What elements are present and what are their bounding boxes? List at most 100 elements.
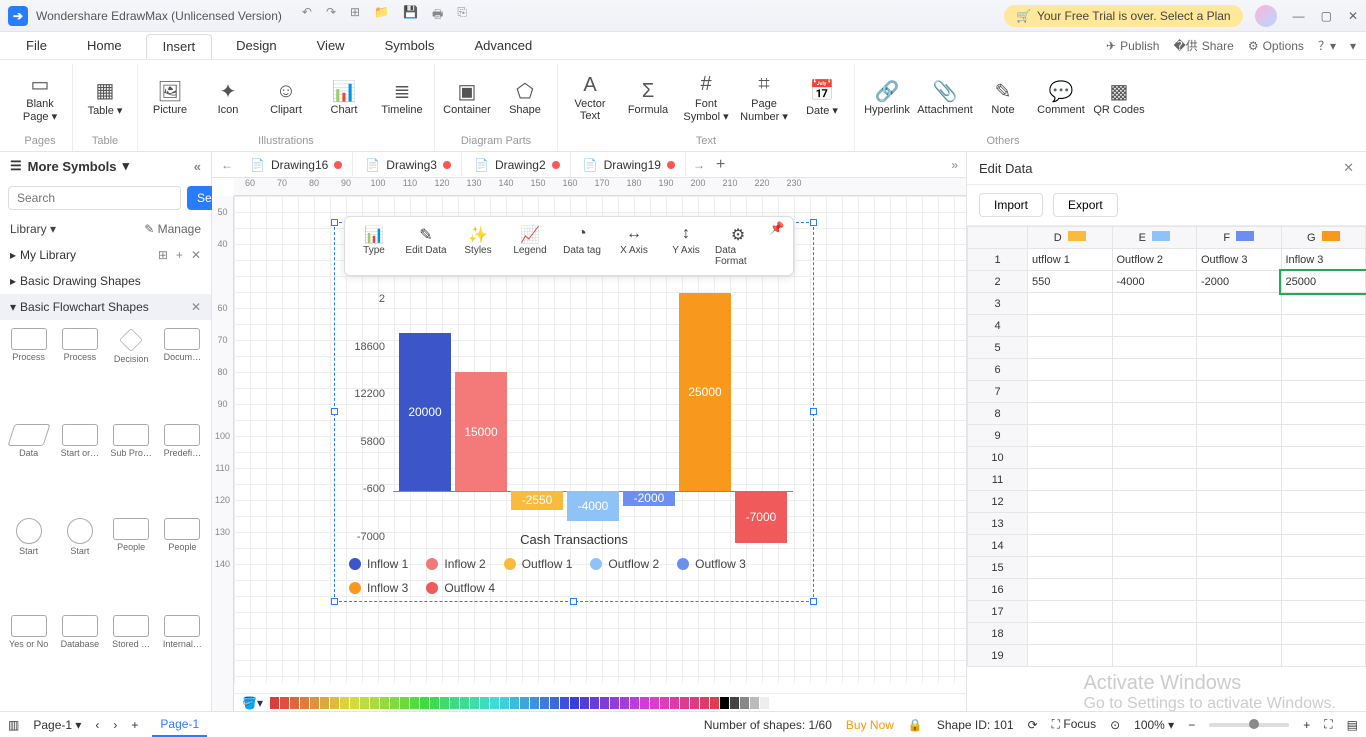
publish-button[interactable]: ✈ Publish	[1106, 39, 1159, 53]
tab-view[interactable]: View	[301, 34, 361, 57]
save-icon[interactable]: 💾	[403, 5, 418, 26]
paint-bucket-icon[interactable]: 🪣▾	[242, 696, 263, 710]
redo-icon[interactable]: ↷	[326, 5, 336, 26]
blank-page-button[interactable]: ▭Blank Page ▾	[14, 64, 66, 130]
buy-now-link[interactable]: Buy Now	[846, 718, 894, 732]
doc-tab[interactable]: 📄Drawing16	[240, 152, 353, 178]
page-number-button[interactable]: ⌗Page Number ▾	[738, 64, 790, 130]
prev-page-icon[interactable]: ‹	[95, 718, 99, 732]
hyperlink-button[interactable]: 🔗Hyperlink	[861, 64, 913, 130]
qr-codes-button[interactable]: ▩QR Codes	[1093, 64, 1145, 130]
tab-file[interactable]: File	[10, 34, 63, 57]
my-library-item[interactable]: ▸My Library⊞+✕	[0, 242, 211, 268]
import-button[interactable]: Import	[979, 193, 1043, 217]
doc-tab[interactable]: 📄Drawing2	[464, 152, 571, 178]
avatar[interactable]	[1255, 5, 1277, 27]
shape-item[interactable]: Yes or No	[4, 613, 53, 705]
chart-object[interactable]: 218600122005800-600-7000 2000015000-2550…	[334, 222, 814, 602]
panels-icon[interactable]: ▤	[1347, 718, 1358, 732]
shape-item[interactable]: Sub Pro…	[107, 422, 156, 514]
next-page-icon[interactable]: ›	[113, 718, 117, 732]
add-page-icon[interactable]: +	[131, 718, 138, 732]
manage-button[interactable]: ✎ Manage	[144, 222, 201, 236]
add-tab-icon[interactable]: +	[716, 156, 725, 174]
zoom-level[interactable]: 100% ▾	[1134, 718, 1174, 732]
trial-banner[interactable]: 🛒 Your Free Trial is over. Select a Plan	[1004, 5, 1243, 27]
add-icon[interactable]: +	[176, 248, 183, 262]
tab-design[interactable]: Design	[220, 34, 292, 57]
data-tag-button[interactable]: ◔Data tag	[557, 221, 607, 271]
new-icon[interactable]: ⊞	[350, 5, 360, 26]
zoom-in-icon[interactable]: +	[1303, 718, 1310, 732]
hamburger-icon[interactable]: ☰	[10, 158, 22, 174]
lock-icon[interactable]: 🔒	[908, 718, 923, 732]
shape-item[interactable]: Data	[4, 422, 53, 514]
shape-button[interactable]: ⬠Shape	[499, 64, 551, 130]
cat-basic-flowchart[interactable]: ▾Basic Flowchart Shapes✕	[0, 294, 211, 320]
fullscreen-icon[interactable]: ⛶	[1324, 717, 1332, 732]
attachment-button[interactable]: 📎Attachment	[919, 64, 971, 130]
collapse-ribbon-icon[interactable]: ▾	[1350, 39, 1356, 53]
remove-icon[interactable]: ✕	[191, 248, 201, 262]
focus-button[interactable]: ⛶ Focus	[1052, 717, 1096, 732]
timeline-button[interactable]: ≣Timeline	[376, 64, 428, 130]
x-axis-button[interactable]: ↔X Axis	[609, 221, 659, 271]
note-button[interactable]: ✎Note	[977, 64, 1029, 130]
options-button[interactable]: ⚙ Options	[1248, 39, 1304, 53]
collapse-panel-icon[interactable]: «	[194, 159, 201, 174]
date-button[interactable]: 📅Date ▾	[796, 64, 848, 130]
cat-basic-drawing[interactable]: ▸Basic Drawing Shapes	[0, 268, 211, 294]
doc-tab[interactable]: 📄Drawing3	[355, 152, 462, 178]
legend-button[interactable]: 📈Legend	[505, 221, 555, 271]
tab-insert[interactable]: Insert	[146, 34, 213, 59]
fit-icon[interactable]: ⊙	[1110, 718, 1120, 732]
maximize-icon[interactable]: ▢	[1321, 9, 1332, 23]
help-icon[interactable]: ？▾	[1318, 37, 1336, 54]
pin-icon[interactable]: 📌	[765, 221, 789, 271]
styles-button[interactable]: ✨Styles	[453, 221, 503, 271]
tab-symbols[interactable]: Symbols	[369, 34, 451, 57]
picture-button[interactable]: 🖼Picture	[144, 64, 196, 130]
container-button[interactable]: ▣Container	[441, 64, 493, 130]
chevron-icon[interactable]: ▾	[123, 158, 130, 174]
close-cat-icon[interactable]: ✕	[191, 300, 201, 314]
shape-item[interactable]: Stored …	[107, 613, 156, 705]
shape-item[interactable]: People	[158, 516, 207, 612]
table-button[interactable]: ▦Table ▾	[79, 64, 131, 130]
shape-item[interactable]: Start	[55, 516, 104, 612]
y-axis-button[interactable]: ↕Y Axis	[661, 221, 711, 271]
shape-item[interactable]: Internal…	[158, 613, 207, 705]
icon-button[interactable]: ✦Icon	[202, 64, 254, 130]
comment-button[interactable]: 💬Comment	[1035, 64, 1087, 130]
edit-data-button[interactable]: ✎Edit Data	[401, 221, 451, 271]
close-panel-icon[interactable]: ✕	[1343, 160, 1354, 176]
export-button[interactable]: Export	[1053, 193, 1118, 217]
tab-advanced[interactable]: Advanced	[458, 34, 548, 57]
page-list-icon[interactable]: ▥	[8, 718, 19, 732]
panel-toggle-icon[interactable]: »	[951, 158, 966, 172]
type-button[interactable]: 📊Type	[349, 221, 399, 271]
minimize-icon[interactable]: —	[1293, 9, 1305, 23]
shape-item[interactable]: Process	[55, 326, 104, 420]
shape-item[interactable]: Start	[4, 516, 53, 612]
data-grid[interactable]: DEFG1utflow 1Outflow 2Outflow 3Inflow 32…	[967, 225, 1366, 711]
tab-home[interactable]: Home	[71, 34, 138, 57]
page-tab[interactable]: Page-1	[152, 713, 207, 737]
grid-icon[interactable]: ⊞	[158, 248, 168, 262]
refresh-icon[interactable]: ⟳	[1028, 718, 1038, 732]
shape-item[interactable]: Predefi…	[158, 422, 207, 514]
shape-item[interactable]: Database	[55, 613, 104, 705]
canvas-body[interactable]: 📊Type ✎Edit Data ✨Styles 📈Legend ◔Data t…	[234, 196, 966, 683]
page-selector[interactable]: Page-1 ▾	[33, 718, 81, 732]
shape-item[interactable]: People	[107, 516, 156, 612]
doc-tab[interactable]: 📄Drawing19	[573, 152, 686, 178]
close-icon[interactable]: ✕	[1348, 9, 1358, 23]
zoom-out-icon[interactable]: −	[1188, 718, 1195, 732]
chart-button[interactable]: 📊Chart	[318, 64, 370, 130]
shape-item[interactable]: Start or…	[55, 422, 104, 514]
share-button[interactable]: �供 Share	[1173, 37, 1233, 54]
zoom-slider[interactable]	[1209, 723, 1289, 727]
color-swatch-strip[interactable]: 🪣▾	[234, 693, 966, 711]
library-dropdown[interactable]: Library ▾	[10, 222, 56, 236]
export-icon[interactable]: ⎘	[457, 5, 467, 26]
